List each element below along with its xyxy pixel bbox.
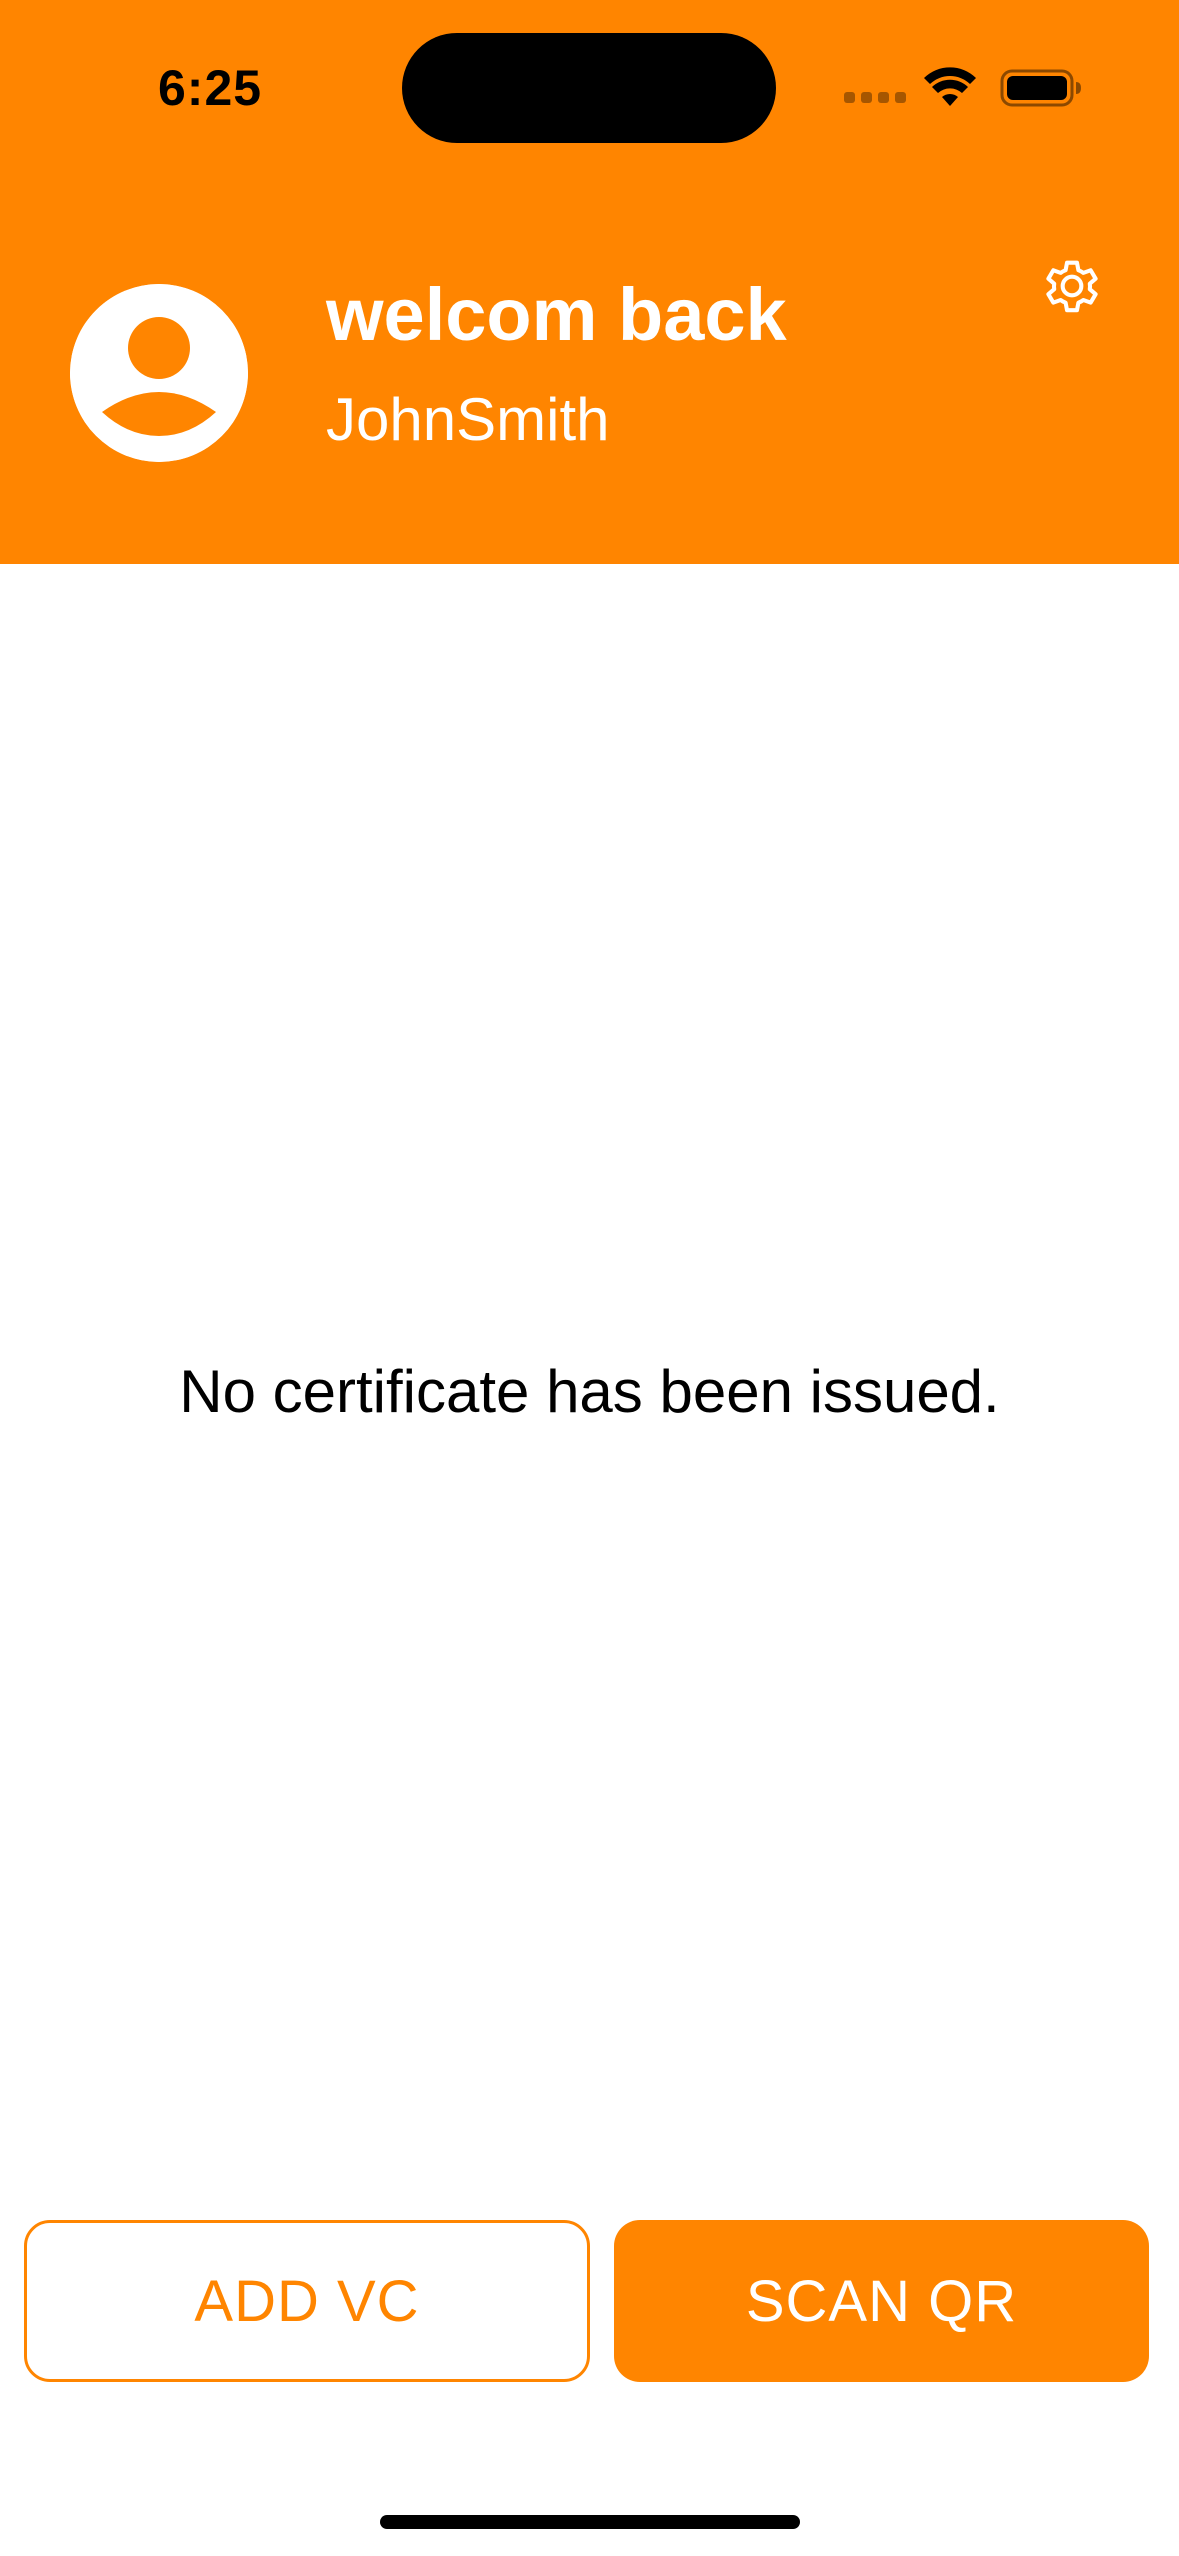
gear-icon: [1046, 260, 1098, 313]
wifi-icon: [924, 67, 976, 106]
avatar: [70, 284, 248, 462]
scan-qr-button[interactable]: SCAN QR: [614, 2220, 1149, 2382]
app-screen: 6:25 welcom back JohnSmith No certificat…: [0, 0, 1179, 2556]
add-vc-button[interactable]: ADD VC: [24, 2220, 590, 2382]
dynamic-island: [402, 33, 776, 143]
greeting-title: welcom back: [326, 273, 787, 356]
home-indicator[interactable]: [380, 2515, 800, 2529]
empty-state-message: No certificate has been issued.: [179, 1358, 1000, 1425]
cellular-signal-icon: [844, 92, 906, 106]
user-avatar-icon: [70, 284, 248, 462]
status-time: 6:25: [158, 60, 263, 116]
battery-icon: [1000, 69, 1081, 107]
settings-button[interactable]: [1032, 246, 1112, 326]
profile-header: 6:25 welcom back JohnSmith: [0, 0, 1179, 564]
username-label: JohnSmith: [326, 386, 610, 453]
